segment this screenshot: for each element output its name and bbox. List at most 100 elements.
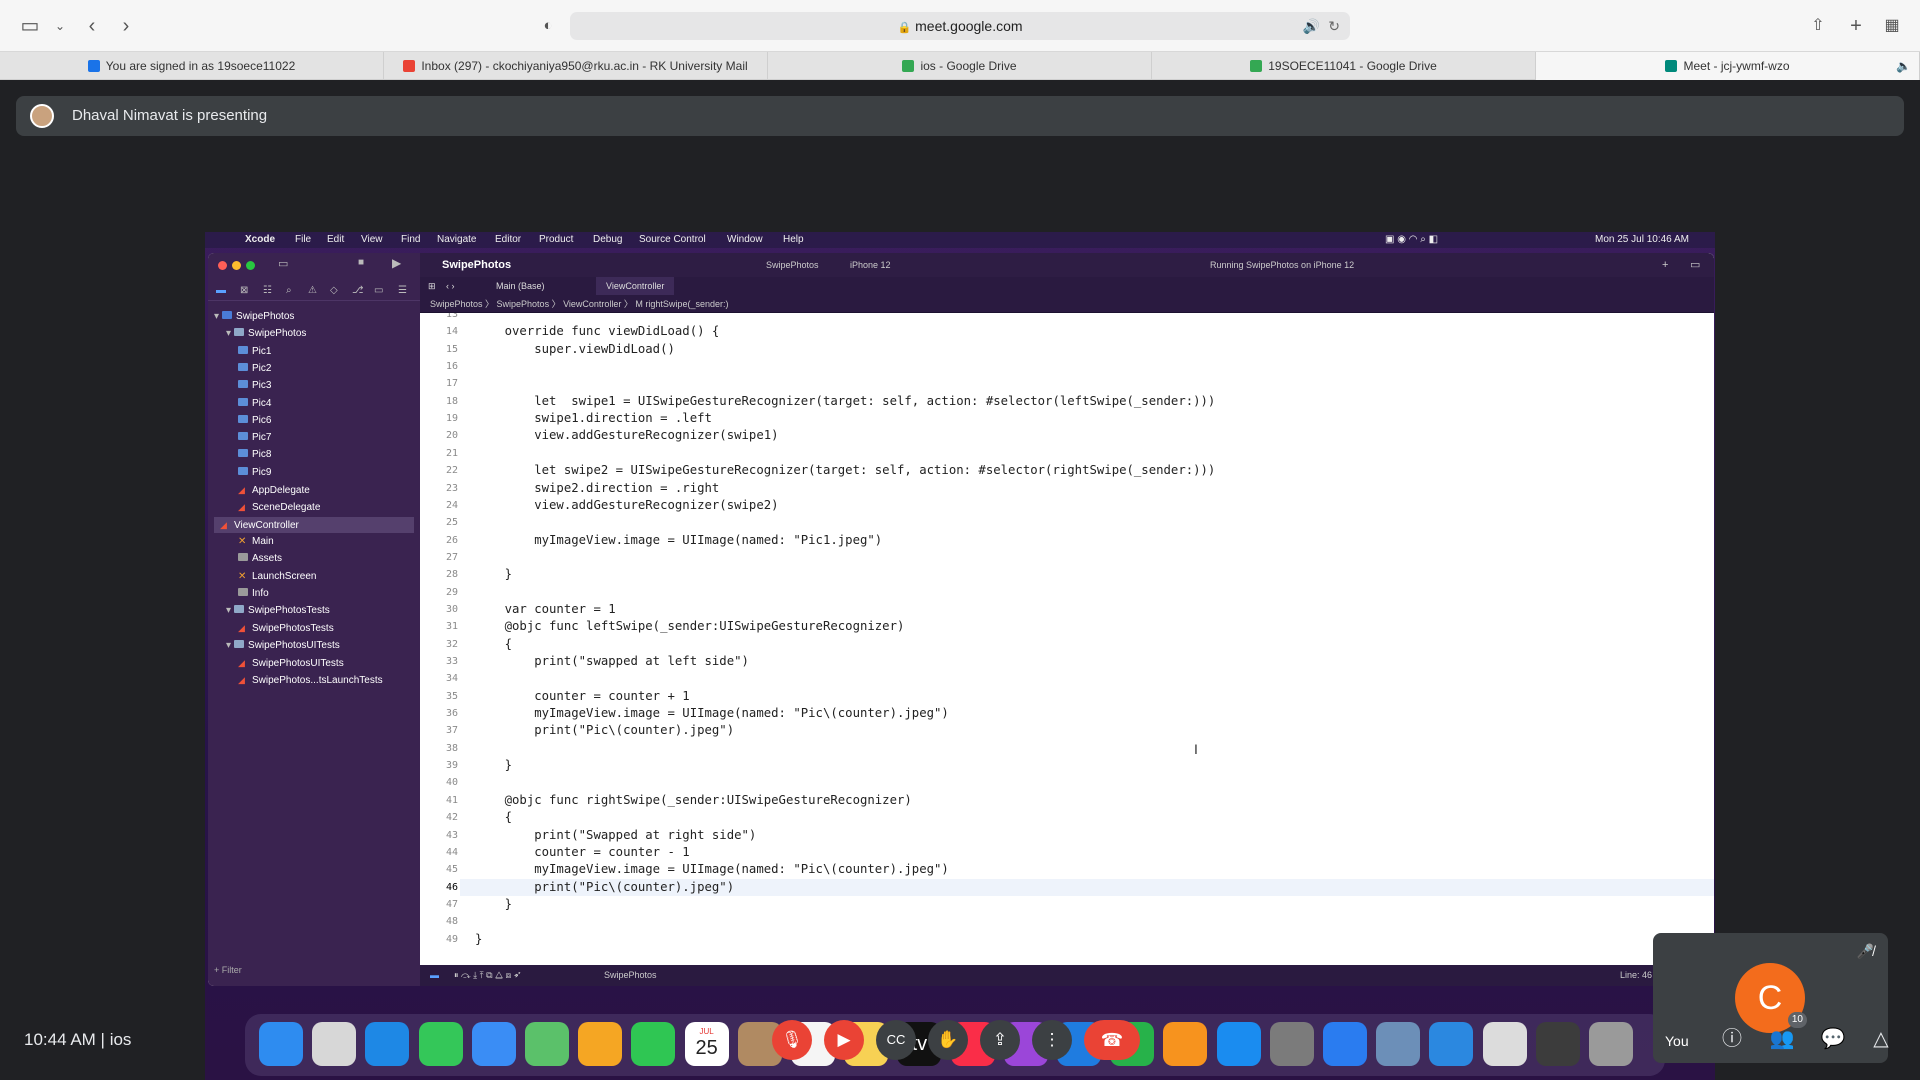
navigator-item-label: SwipePhotos xyxy=(236,311,295,322)
source-code[interactable]: 13 14 override func viewDidLoad() {15 sup… xyxy=(420,313,1714,965)
forward-icon[interactable]: › xyxy=(112,12,140,40)
disclosure-icon[interactable]: ▾ xyxy=(226,328,231,339)
navigator-item[interactable]: ◢ SceneDelegate xyxy=(238,499,320,515)
navigator-header: ▭ ■ ▶ xyxy=(208,253,420,277)
report-icon[interactable]: ☰ xyxy=(398,285,407,296)
grid-icon[interactable]: ⊞ xyxy=(428,277,436,295)
navigator-item[interactable]: Info xyxy=(238,586,269,602)
navigator-item[interactable]: Pic4 xyxy=(238,396,271,412)
navigator-item[interactable]: ◢ SwipePhotosTests xyxy=(238,620,334,636)
issue-icon[interactable]: ⚠ xyxy=(308,285,317,296)
tab-label: You are signed in as 19soece11022 xyxy=(105,59,296,73)
meeting-time-and-name: 10:44 AM | ios xyxy=(24,1030,132,1049)
navigator-item[interactable]: ◢ SwipePhotos...tsLaunchTests xyxy=(238,672,383,688)
back-icon[interactable]: ‹ xyxy=(78,12,106,40)
disclosure-icon[interactable]: ▾ xyxy=(214,311,219,322)
tab-overview-icon[interactable]: ▦ xyxy=(1878,12,1906,40)
meeting-name: ios xyxy=(109,1030,132,1049)
navigator-item[interactable]: ▾ SwipePhotos xyxy=(214,309,294,325)
navigator-item[interactable]: Pic9 xyxy=(238,465,271,481)
navigator-item[interactable]: Assets xyxy=(238,551,282,567)
navigator-item[interactable]: ✕ LaunchScreen xyxy=(238,569,317,585)
navigator-item[interactable]: ✕ Main xyxy=(238,534,274,550)
code-line: override func viewDidLoad() { xyxy=(475,324,720,339)
run-icon[interactable]: ▶ xyxy=(392,256,401,270)
new-tab-icon[interactable]: + xyxy=(1842,12,1870,40)
jump-bar[interactable]: SwipePhotos 〉 SwipePhotos 〉 ViewControll… xyxy=(420,295,1714,313)
debug-icon[interactable]: ⎇ xyxy=(352,285,364,296)
tab-viewcontroller[interactable]: ViewController xyxy=(596,277,675,295)
navigator-item[interactable]: ◢ ViewController xyxy=(214,516,414,533)
line-number: 43 xyxy=(445,829,458,841)
navigator-item[interactable]: ▾ SwipePhotosTests xyxy=(226,603,330,619)
navigator-item[interactable]: Pic7 xyxy=(238,430,271,446)
navigator-item[interactable]: Pic1 xyxy=(238,344,271,360)
inspector-toggle-icon[interactable]: ▭ xyxy=(1690,253,1700,277)
more-options-button[interactable]: ⋮ xyxy=(1032,1020,1072,1060)
navigator-item[interactable]: ◢ SwipePhotosUITests xyxy=(238,655,344,671)
navigator-item[interactable]: Pic6 xyxy=(238,413,271,429)
camera-toggle-button[interactable]: ▶ xyxy=(824,1020,864,1060)
captions-button[interactable]: CC xyxy=(876,1020,916,1060)
speaker-icon[interactable]: 🔊 xyxy=(1303,12,1320,40)
line-number: 40 xyxy=(445,777,458,789)
debug-controls[interactable]: ⏸ ⤼ ⤓ ⤒ ⧉ ⧋ ⧈ ➶ xyxy=(454,965,521,986)
activities-button[interactable]: △ xyxy=(1866,1024,1896,1054)
device-selector[interactable]: iPhone 12 xyxy=(850,253,891,277)
tab-ios-drive[interactable]: ios - Google Drive xyxy=(768,52,1152,80)
navigator-item-label: Pic6 xyxy=(252,414,272,426)
scheme-selector[interactable]: SwipePhotos xyxy=(766,253,819,277)
filter-field[interactable]: + Filter xyxy=(214,965,414,979)
navigator-item[interactable]: Pic3 xyxy=(238,378,271,394)
find-icon[interactable]: ⌕ xyxy=(286,285,292,296)
breakpoint-icon[interactable]: ▭ xyxy=(374,285,383,296)
raise-hand-button[interactable]: ✋ xyxy=(928,1020,968,1060)
add-icon[interactable]: + xyxy=(1662,253,1668,277)
code-line: let swipe2 = UISwipeGestureRecognizer(ta… xyxy=(475,463,1216,478)
code-line: myImageView.image = UIImage(named: "Pic\… xyxy=(475,862,949,877)
end-call-button[interactable]: ☎ xyxy=(1084,1020,1140,1060)
zoom-icon[interactable] xyxy=(246,261,255,270)
navigator-item-label: Pic4 xyxy=(252,397,272,409)
privacy-shield-icon[interactable]: ◐ xyxy=(534,12,562,40)
chat-button[interactable]: 💬 xyxy=(1818,1024,1848,1054)
mic-toggle-button[interactable]: 🎙 xyxy=(772,1020,812,1060)
stop-icon[interactable]: ■ xyxy=(358,257,364,268)
tab-meet[interactable]: Meet - jcj-ywmf-wzo 🔈 xyxy=(1536,52,1920,80)
navigator-item[interactable]: ◢ AppDelegate xyxy=(238,482,310,498)
back-icon[interactable]: ‹ › xyxy=(446,277,455,295)
disclosure-icon[interactable]: ▾ xyxy=(226,605,231,616)
meeting-info-button[interactable]: ⓘ xyxy=(1717,1024,1747,1054)
symbol-icon[interactable]: ☷ xyxy=(263,285,272,296)
close-icon[interactable] xyxy=(218,261,227,270)
navigator-item[interactable]: ▾ SwipePhotos xyxy=(226,326,306,342)
line-number: 45 xyxy=(445,864,458,876)
image-icon xyxy=(238,362,248,371)
folder-icon[interactable]: ▬ xyxy=(216,285,226,296)
minimize-icon[interactable] xyxy=(232,261,241,270)
tab-19soece-drive[interactable]: 19SOECE11041 - Google Drive xyxy=(1152,52,1536,80)
sidebar-toggle-icon[interactable]: ▭ xyxy=(16,12,44,40)
tab-audio-icon[interactable]: 🔈 xyxy=(1896,52,1911,80)
tab-inbox[interactable]: Inbox (297) - ckochiyaniya950@rku.ac.in … xyxy=(384,52,768,80)
navigator-item[interactable]: Pic2 xyxy=(238,361,271,377)
swift-file-icon: ◢ xyxy=(238,658,245,668)
chevron-down-icon[interactable]: ⌄ xyxy=(46,12,74,40)
navigator-item[interactable]: Pic8 xyxy=(238,447,271,463)
navigator-item[interactable]: ▾ SwipePhotosUITests xyxy=(226,638,340,654)
people-button[interactable]: 👥 10 xyxy=(1767,1012,1807,1054)
console-toggle-icon[interactable]: ▬ xyxy=(430,965,439,986)
sidebar-toggle-icon[interactable]: ▭ xyxy=(278,257,288,270)
share-icon[interactable]: ⇧ xyxy=(1804,12,1832,40)
code-line: { xyxy=(475,810,513,825)
tab-main-base[interactable]: Main (Base) xyxy=(496,277,545,295)
reload-icon[interactable]: ↻ xyxy=(1328,12,1340,40)
present-button[interactable]: ⇪ xyxy=(980,1020,1020,1060)
source-control-icon[interactable]: ⊠ xyxy=(240,285,248,296)
disclosure-icon[interactable]: ▾ xyxy=(226,640,231,651)
line-number: 17 xyxy=(445,378,458,390)
add-icon[interactable]: + xyxy=(214,965,219,975)
test-icon[interactable]: ◇ xyxy=(330,285,338,296)
tab-signed-in[interactable]: You are signed in as 19soece11022 xyxy=(0,52,384,80)
address-bar[interactable]: 🔒 meet.google.com 🔊 ↻ xyxy=(570,12,1350,40)
